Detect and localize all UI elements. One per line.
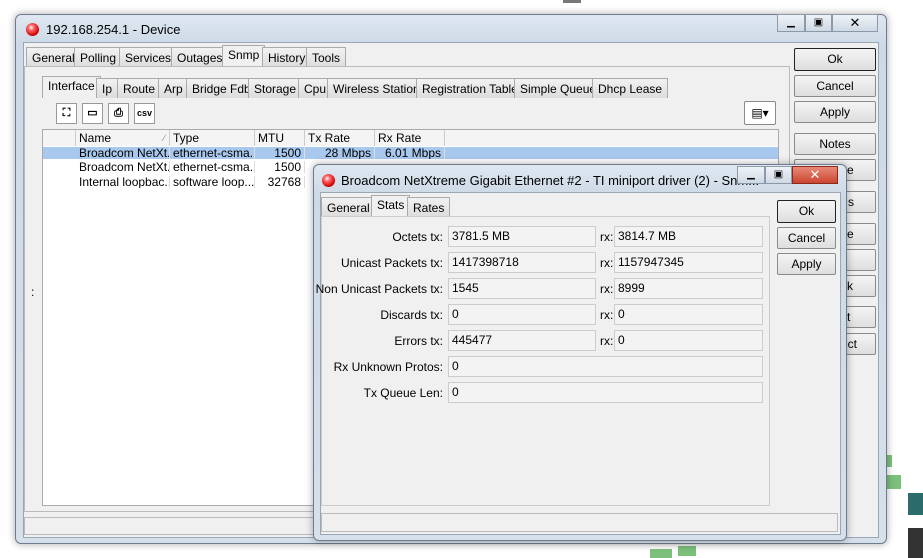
dialog-maximize-button[interactable]: ▣ — [765, 166, 792, 184]
dialog-close-button[interactable]: ✕ — [792, 166, 838, 184]
map-node — [908, 528, 923, 558]
discards-rx-field[interactable]: 0 — [614, 304, 763, 325]
dialog-apply-button[interactable]: Apply — [777, 253, 836, 275]
label: Discards tx: — [380, 308, 443, 322]
main-tabs: General Polling Services Outages Snmp Hi… — [26, 45, 356, 67]
errors-rx-field[interactable]: 0 — [614, 330, 763, 351]
label: Errors tx: — [394, 334, 443, 348]
row-header — [43, 130, 76, 146]
dialog-ok-button[interactable]: Ok — [777, 200, 836, 223]
side-marker: : — [31, 285, 35, 299]
map-node — [678, 546, 696, 556]
map-node — [908, 493, 923, 515]
cell-tx: 28 Mbps — [305, 147, 375, 159]
tab-stats[interactable]: Stats — [371, 195, 411, 217]
csv-export-button[interactable]: csv — [134, 103, 155, 124]
errors-tx-field[interactable]: 445477 — [448, 330, 596, 351]
subtab-dhcp-lease[interactable]: Dhcp Lease — [592, 78, 669, 98]
dialog-title: Broadcom NetXtreme Gigabit Ethernet #2 -… — [341, 173, 760, 188]
map-node — [887, 475, 901, 489]
cell-name: Broadcom NetXt... — [76, 147, 170, 159]
label: Unicast Packets tx: — [340, 256, 443, 270]
app-icon — [26, 23, 39, 36]
tab-services[interactable]: Services — [119, 47, 178, 67]
octets-tx-field[interactable]: 3781.5 MB — [448, 226, 596, 247]
column-rx-rate[interactable]: Rx Rate — [375, 130, 445, 146]
cell-mtu: 32768 — [255, 176, 305, 188]
rx-label: rx: — [600, 334, 614, 348]
dialog-status-bar — [321, 513, 838, 532]
cell-type: software loop... — [170, 176, 255, 188]
tab-outages[interactable]: Outages — [171, 47, 229, 67]
column-type[interactable]: Type — [170, 130, 255, 146]
map-node — [563, 0, 581, 3]
rx-label: rx: — [600, 308, 614, 322]
cell-rx: 6.01 Mbps — [375, 147, 445, 159]
columns-menu-button[interactable]: ▤▾ — [744, 101, 776, 125]
ok-button[interactable]: Ok — [794, 48, 876, 71]
column-name[interactable]: Name ∕ — [76, 130, 170, 146]
subtab-bridge-fdb[interactable]: Bridge Fdb — [186, 78, 257, 98]
column-filler — [445, 130, 778, 146]
dialog-minimize-button[interactable]: ▁ — [737, 166, 765, 184]
non-unicast-tx-field[interactable]: 1545 — [448, 278, 596, 299]
apply-button[interactable]: Apply — [794, 101, 876, 123]
subtab-ip[interactable]: Ip — [96, 78, 119, 98]
rx-label: rx: — [600, 282, 614, 296]
cell-mtu: 1500 — [255, 147, 305, 159]
column-tx-rate[interactable]: Tx Rate — [305, 130, 375, 146]
notes-button[interactable]: Notes — [794, 133, 876, 155]
tab-general[interactable]: General — [321, 197, 376, 217]
rx-label: rx: — [600, 256, 614, 270]
dialog-cancel-button[interactable]: Cancel — [777, 227, 836, 249]
rx-label: rx: — [600, 230, 614, 244]
label: Octets tx: — [392, 230, 443, 244]
window-icon[interactable]: ▭ — [82, 103, 103, 124]
binoculars-icon[interactable]: ⛶ — [56, 103, 77, 124]
cell-type: ethernet-csma... — [170, 147, 255, 159]
unicast-rx-field[interactable]: 1157947345 — [614, 252, 763, 273]
octets-rx-field[interactable]: 3814.7 MB — [614, 226, 763, 247]
label: Rx Unknown Protos: — [333, 360, 443, 374]
subtab-route[interactable]: Route — [117, 78, 162, 98]
maximize-button[interactable]: ▣ — [805, 14, 832, 32]
tab-general[interactable]: General — [26, 47, 81, 67]
dialog-tabs: General Stats Rates — [321, 195, 451, 217]
non-unicast-rx-field[interactable]: 8999 — [614, 278, 763, 299]
tab-polling[interactable]: Polling — [74, 47, 123, 67]
subtab-wireless-station[interactable]: Wireless Station — [327, 78, 426, 98]
tab-rates[interactable]: Rates — [407, 197, 451, 217]
close-button[interactable]: ✕ — [832, 14, 878, 32]
cell-name: Internal loopbac... — [76, 176, 170, 188]
tab-history[interactable]: History — [262, 47, 312, 67]
window-title: 192.168.254.1 - Device — [46, 22, 181, 37]
map-node — [650, 549, 672, 558]
cancel-button[interactable]: Cancel — [794, 75, 876, 97]
subtab-registration-table[interactable]: Registration Table — [416, 78, 524, 98]
cell-mtu: 1500 — [255, 161, 305, 173]
minimize-button[interactable]: ▁ — [777, 14, 805, 32]
cell-name: Broadcom NetXt... — [76, 161, 170, 173]
subtab-arp[interactable]: Arp — [158, 78, 189, 98]
label: Non Unicast Packets tx: — [315, 282, 443, 296]
subtab-simple-queue[interactable]: Simple Queue — [514, 78, 603, 98]
subtab-storage[interactable]: Storage — [248, 78, 303, 98]
tx-queue-len-field[interactable]: 0 — [448, 382, 763, 403]
subtab-interface[interactable]: Interface — [42, 76, 101, 98]
column-mtu[interactable]: MTU — [255, 130, 305, 146]
sort-icon: ∕ — [163, 133, 165, 143]
label: Tx Queue Len: — [363, 386, 443, 400]
cell-type: ethernet-csma... — [170, 161, 255, 173]
app-icon — [322, 174, 335, 187]
sub-tabs: Interface Ip Route Arp Bridge Fdb Storag… — [42, 76, 682, 98]
printer-icon[interactable]: ⎙ — [108, 103, 129, 124]
tab-snmp[interactable]: Snmp — [222, 45, 266, 67]
discards-tx-field[interactable]: 0 — [448, 304, 596, 325]
tab-tools[interactable]: Tools — [306, 47, 347, 67]
rx-unknown-protos-field[interactable]: 0 — [448, 356, 763, 377]
unicast-tx-field[interactable]: 1417398718 — [448, 252, 596, 273]
table-row[interactable]: Broadcom NetXt... ethernet-csma... 1500 … — [43, 147, 778, 159]
